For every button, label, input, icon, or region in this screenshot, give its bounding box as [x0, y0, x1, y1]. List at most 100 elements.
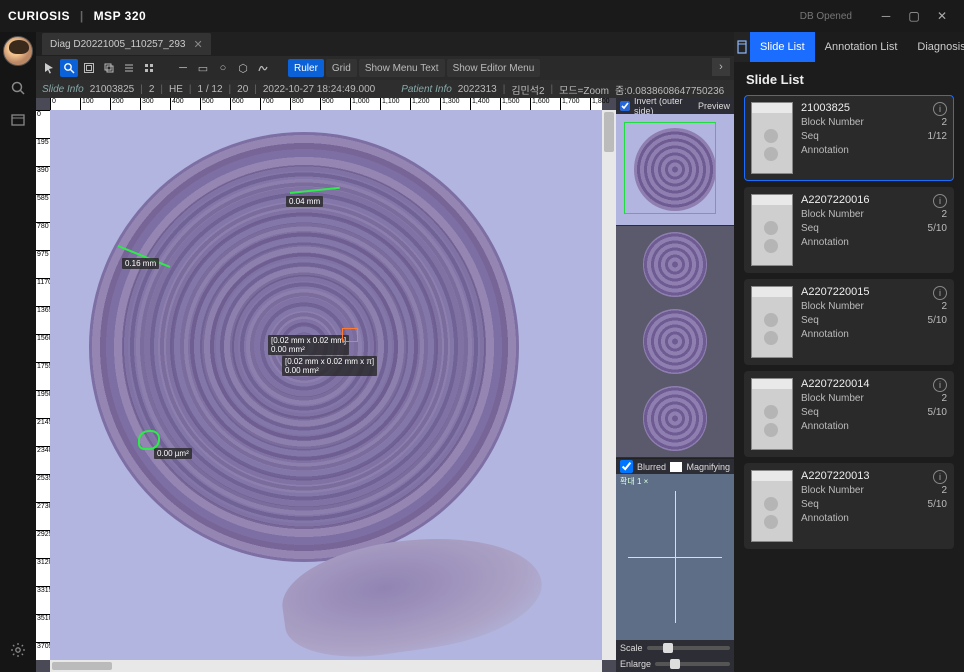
show-menu-text-toggle[interactable]: Show Menu Text	[359, 59, 445, 77]
panel-icon[interactable]	[8, 110, 28, 130]
invert-checkbox[interactable]	[620, 101, 630, 111]
block-label: Block Number	[801, 117, 864, 128]
info-icon[interactable]: i	[933, 470, 947, 484]
section-thumb-1[interactable]	[643, 232, 708, 297]
slide-card[interactable]: 21003825Block Number2Seq1/12Annotationi	[744, 95, 954, 181]
mode-label: 모드=Zoom	[559, 82, 609, 97]
measure-label-1: 0.04 mm	[286, 196, 323, 207]
toolbar-overflow-icon[interactable]: ›	[712, 58, 730, 76]
ruler-toggle[interactable]: Ruler	[288, 59, 324, 77]
slide-canvas[interactable]: 0.04 mm 0.16 mm [0.02 mm x 0.02 mm]0.00 …	[50, 110, 602, 660]
window-maximize-button[interactable]: ▢	[900, 2, 928, 30]
anno-label: Annotation	[801, 513, 849, 524]
tab-annotation-list[interactable]: Annotation List	[815, 32, 908, 62]
shape-rect-icon[interactable]: ▭	[194, 59, 212, 77]
annotation-rect[interactable]	[342, 328, 358, 342]
block-label: Block Number	[801, 393, 864, 404]
fit-tool-icon[interactable]	[80, 59, 98, 77]
info-icon[interactable]: i	[933, 286, 947, 300]
scale-slider-row: Scale	[616, 640, 734, 656]
slide-thumbnail	[751, 286, 793, 358]
shape-line-icon[interactable]: ─	[174, 59, 192, 77]
slide-icon[interactable]	[734, 32, 750, 62]
enlarge-slider-row: Enlarge	[616, 656, 734, 672]
settings-gear-icon[interactable]	[8, 640, 28, 660]
slide-card[interactable]: A2207220014Block Number2Seq5/10Annotatio…	[744, 371, 954, 457]
right-tabs: Slide List Annotation List Diagnosis	[734, 32, 964, 62]
document-tab-label: Diag D20221005_110257_293	[50, 39, 186, 50]
window-minimize-button[interactable]: ─	[872, 2, 900, 30]
seq-label: Seq	[801, 223, 819, 234]
info-icon[interactable]: i	[933, 102, 947, 116]
info-icon[interactable]: i	[933, 378, 947, 392]
slide-id: 21003825	[90, 84, 135, 95]
measure-label-5: 0.00 µm²	[154, 448, 192, 459]
section-thumb-2[interactable]	[643, 309, 708, 374]
brand-secondary: MSP 320	[94, 9, 147, 23]
seq-value: 5/10	[928, 499, 947, 510]
app-brand: CURIOSIS | MSP 320	[8, 9, 146, 23]
magnify-label: Magnifying	[686, 462, 730, 472]
patient-info-label: Patient Info	[401, 84, 452, 95]
pointer-tool-icon[interactable]	[40, 59, 58, 77]
document-tabbar: Diag D20221005_110257_293 ✕	[36, 32, 734, 56]
block-label: Block Number	[801, 301, 864, 312]
block-label: Block Number	[801, 485, 864, 496]
shape-polygon-icon[interactable]: ⬡	[234, 59, 252, 77]
slide-card[interactable]: A2207220016Block Number2Seq5/10Annotatio…	[744, 187, 954, 273]
copy-tool-icon[interactable]	[100, 59, 118, 77]
overview-thumbnail[interactable]	[616, 114, 734, 226]
section-thumb-3[interactable]	[643, 386, 708, 451]
patient-name: 김민석2	[511, 82, 544, 97]
blurred-checkbox[interactable]	[620, 460, 633, 473]
blurred-label: Blurred	[637, 462, 666, 472]
slide-stain: HE	[169, 84, 183, 95]
workspace: Diag D20221005_110257_293 ✕	[36, 32, 734, 672]
viewer-row: 01002003004005006007008009001,0001,1001,…	[36, 98, 734, 672]
show-editor-menu-toggle[interactable]: Show Editor Menu	[447, 59, 541, 77]
blurred-row: Blurred Magnifying	[616, 458, 734, 474]
enlarge-slider[interactable]	[655, 662, 730, 666]
shape-circle-icon[interactable]: ○	[214, 59, 232, 77]
shape-freehand-icon[interactable]	[254, 59, 272, 77]
ruler-horizontal: 01002003004005006007008009001,0001,1001,…	[50, 98, 602, 110]
list-tool-icon[interactable]	[120, 59, 138, 77]
db-status: DB Opened	[800, 11, 852, 22]
anno-label: Annotation	[801, 145, 849, 156]
document-tab[interactable]: Diag D20221005_110257_293 ✕	[42, 33, 211, 55]
navigator-pad[interactable]: 확대 1 ×	[616, 474, 734, 640]
anno-label: Annotation	[801, 421, 849, 432]
info-icon[interactable]: i	[933, 194, 947, 208]
slide-seq: 1 / 12	[198, 84, 223, 95]
patient-id: 2022313	[458, 84, 497, 95]
slide-viewer[interactable]: 01002003004005006007008009001,0001,1001,…	[36, 98, 616, 672]
viewer-scrollbar-vertical[interactable]	[602, 110, 616, 660]
window-close-button[interactable]: ✕	[928, 2, 956, 30]
grid-toggle[interactable]: Grid	[326, 59, 357, 77]
left-nav	[0, 32, 36, 672]
annotation-marker[interactable]	[138, 430, 160, 450]
tab-diagnosis[interactable]: Diagnosis	[907, 32, 964, 62]
slide-datetime: 2022-10-27 18:24:49.000	[263, 84, 375, 95]
scale-slider[interactable]	[647, 646, 730, 650]
zoom-tool-icon[interactable]	[60, 59, 78, 77]
overview-viewport[interactable]	[624, 122, 716, 214]
preview-label: Preview	[698, 101, 730, 111]
tab-slide-list[interactable]: Slide List	[750, 32, 815, 62]
section-thumbnails[interactable]	[616, 226, 734, 458]
seq-value: 5/10	[928, 223, 947, 234]
slide-card-name: A2207220015	[801, 286, 947, 298]
slide-card[interactable]: A2207220015Block Number2Seq5/10Annotatio…	[744, 279, 954, 365]
seq-label: Seq	[801, 499, 819, 510]
brand-sep: |	[80, 9, 84, 23]
viewer-scrollbar-horizontal[interactable]	[50, 660, 602, 672]
search-icon[interactable]	[8, 78, 28, 98]
user-avatar[interactable]	[3, 36, 33, 66]
slide-card-name: A2207220013	[801, 470, 947, 482]
titlebar: CURIOSIS | MSP 320 DB Opened ─ ▢ ✕	[0, 0, 964, 32]
grid-tool-icon[interactable]	[140, 59, 158, 77]
navigator-label: 확대 1 ×	[620, 476, 648, 487]
close-tab-icon[interactable]: ✕	[194, 38, 203, 51]
slide-block: 2	[149, 84, 155, 95]
slide-card[interactable]: A2207220013Block Number2Seq5/10Annotatio…	[744, 463, 954, 549]
